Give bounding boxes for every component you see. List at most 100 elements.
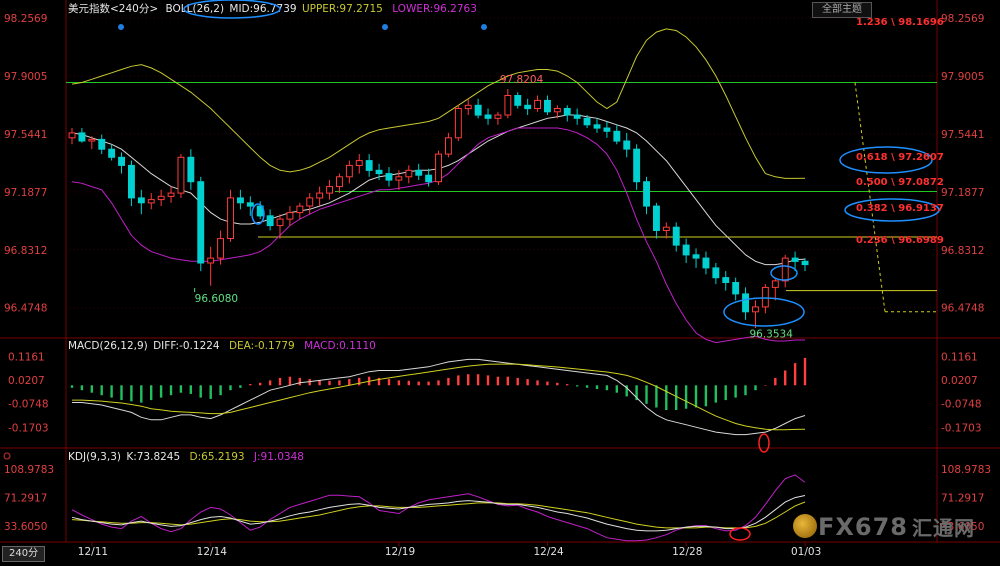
candle-body[interactable] <box>732 282 740 295</box>
candle-body[interactable] <box>682 244 690 256</box>
period-label: <240分> <box>110 3 158 15</box>
candle-body[interactable] <box>553 108 561 113</box>
macd-tick-left: 0.0207 <box>8 375 45 387</box>
candle-body[interactable] <box>326 186 334 194</box>
candle-body[interactable] <box>385 173 393 181</box>
candle-body[interactable] <box>514 95 522 106</box>
cross-highlight-ellipse[interactable] <box>729 527 751 541</box>
candle-body[interactable] <box>633 148 641 183</box>
candle-body[interactable] <box>147 199 155 204</box>
candle-body[interactable] <box>623 140 631 150</box>
macd-bar <box>615 385 618 393</box>
candle-body[interactable] <box>504 95 512 116</box>
candle-body[interactable] <box>246 202 254 207</box>
candle-body[interactable] <box>137 197 145 204</box>
lower-label: LOWER:96.2763 <box>392 3 477 15</box>
candle-body[interactable] <box>583 117 591 126</box>
candle-body[interactable] <box>643 181 650 207</box>
candle-body[interactable] <box>454 108 462 139</box>
candle-body[interactable] <box>237 197 244 204</box>
candle-body[interactable] <box>306 197 314 207</box>
candle-body[interactable] <box>345 164 353 178</box>
candle-body[interactable] <box>286 212 294 220</box>
candle-body[interactable] <box>761 286 769 308</box>
candle-body[interactable] <box>217 238 225 259</box>
candle-body[interactable] <box>78 132 86 142</box>
candle-body[interactable] <box>266 215 274 227</box>
candle-body[interactable] <box>534 99 541 110</box>
event-marker[interactable] <box>481 24 487 30</box>
theme-select-button[interactable]: 全部主题 <box>812 2 872 18</box>
macd-bar <box>744 385 747 396</box>
candle-body[interactable] <box>464 104 472 110</box>
candle-body[interactable] <box>296 205 304 214</box>
candle-body[interactable] <box>68 132 76 139</box>
candle-body[interactable] <box>781 257 789 282</box>
macd-bar <box>159 385 163 398</box>
candle-body[interactable] <box>365 160 373 171</box>
chart-canvas[interactable]: 美元指数<240分> BOLL(26,2) MID:96.7739 UPPER:… <box>0 0 1000 562</box>
kdj-legend: KDJ(9,3,3) K:73.8245 D:65.2193 J:91.0348 <box>68 451 304 463</box>
candle-body[interactable] <box>167 192 175 197</box>
candle-body[interactable] <box>603 127 611 132</box>
kdj-settings-icon[interactable] <box>3 452 11 460</box>
candle-body[interactable] <box>355 160 363 167</box>
candle-body[interactable] <box>128 164 135 199</box>
candle-body[interactable] <box>276 218 284 227</box>
candle-body[interactable] <box>425 174 433 183</box>
cross-highlight-ellipse[interactable] <box>758 433 770 453</box>
candle-body[interactable] <box>653 205 660 232</box>
candle-body[interactable] <box>435 153 443 183</box>
macd-bar <box>70 385 74 388</box>
candle-body[interactable] <box>474 104 482 116</box>
fib-projection-line[interactable] <box>854 82 886 312</box>
candle-body[interactable] <box>613 130 621 142</box>
candle-body[interactable] <box>405 169 413 178</box>
price-tick-left: 97.1877 <box>4 187 47 199</box>
candle-body[interactable] <box>662 226 670 231</box>
macd-bar <box>447 377 450 386</box>
candle-body[interactable] <box>177 156 185 194</box>
candle-body[interactable] <box>484 114 492 119</box>
candle-body[interactable] <box>187 156 195 183</box>
watermark-logo-icon <box>793 514 817 538</box>
candle-body[interactable] <box>791 257 799 262</box>
candle-body[interactable] <box>207 257 215 264</box>
candle-body[interactable] <box>494 114 502 119</box>
candle-body[interactable] <box>593 124 601 129</box>
macd-bar <box>278 377 282 386</box>
candle-body[interactable] <box>672 226 680 246</box>
candle-body[interactable] <box>801 260 809 266</box>
candle-body[interactable] <box>573 114 581 119</box>
macd-value: MACD:0.1110 <box>304 340 376 352</box>
candle-body[interactable] <box>336 176 343 188</box>
event-marker[interactable] <box>118 24 124 30</box>
candle-body[interactable] <box>88 138 96 142</box>
candle-body[interactable] <box>742 293 749 313</box>
candle-body[interactable] <box>563 108 571 116</box>
candle-body[interactable] <box>108 148 116 158</box>
candle-body[interactable] <box>375 169 383 175</box>
period-tab[interactable]: 240分 <box>2 546 46 562</box>
candle-body[interactable] <box>415 169 423 176</box>
price-tick-right: 97.5441 <box>941 129 984 141</box>
candle-body[interactable] <box>702 257 710 269</box>
candle-body[interactable] <box>544 99 551 113</box>
candle-body[interactable] <box>524 104 532 110</box>
candle-body[interactable] <box>692 254 700 259</box>
candle-body[interactable] <box>395 176 403 181</box>
candle-body[interactable] <box>197 181 205 264</box>
candle-body[interactable] <box>445 137 452 155</box>
candle-body[interactable] <box>118 156 125 166</box>
candle-body[interactable] <box>227 197 235 239</box>
candle-body[interactable] <box>316 192 324 199</box>
candle-body[interactable] <box>157 195 165 201</box>
candle-body[interactable] <box>752 306 759 313</box>
candle-body[interactable] <box>771 280 779 288</box>
event-marker[interactable] <box>382 24 388 30</box>
candle-body[interactable] <box>98 138 106 150</box>
candle-body[interactable] <box>712 267 720 279</box>
macd-bar <box>189 385 192 394</box>
candle-body[interactable] <box>722 277 730 284</box>
macd-bar <box>803 357 807 386</box>
